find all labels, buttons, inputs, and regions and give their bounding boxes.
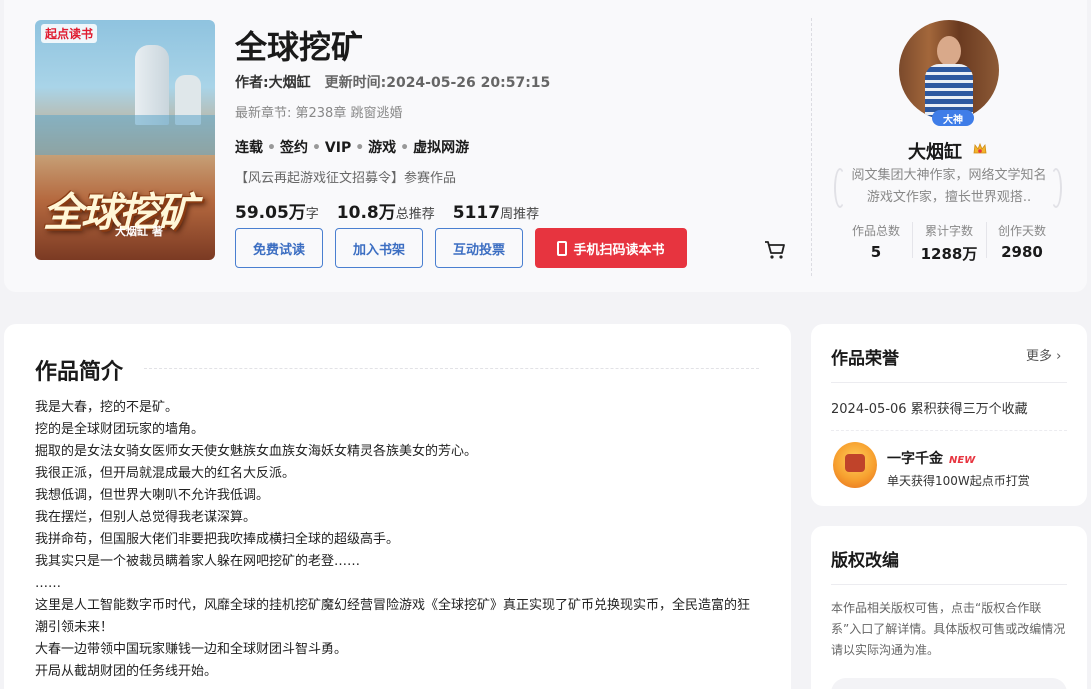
intro-line: 大春一边带领中国玩家赚钱一边和全球财团斗智斗勇。 — [35, 642, 348, 657]
honor-card: 作品荣誉 更多 › 2024-05-06 累积获得三万个收藏 一字千金 NEW 单… — [811, 324, 1087, 506]
wreath-right-icon — [1050, 168, 1062, 208]
divider — [831, 382, 1067, 383]
avatar-head — [937, 36, 961, 66]
vote-button[interactable]: 互动投票 — [435, 228, 523, 268]
intro-line: 我很正派，但开局就混成最大的红名大反派。 — [35, 466, 296, 481]
author-name[interactable]: 大烟缸 — [908, 138, 962, 164]
intro-line: …… — [35, 576, 61, 591]
crown-icon — [973, 142, 987, 154]
update-time: 更新时间:2024-05-26 20:57:15 — [324, 75, 551, 91]
intro-body: 我是大春，挖的不是矿。 挖的是全球财团玩家的墙角。 掘取的是女法女骑女医师女天使… — [35, 397, 760, 683]
intro-line: 这里是人工智能数字币时代，风靡全球的挂机挖矿魔幻经营冒险游戏《全球挖矿》真正实现… — [35, 598, 751, 635]
intro-line: 我是大春，挖的不是矿。 — [35, 400, 179, 415]
copyright-title: 版权改编 — [831, 551, 899, 571]
intro-line: 我其实只是一个被裁员瞒着家人躲在网吧挖矿的老登…… — [35, 554, 361, 569]
mobile-read-label: 手机扫码读本书 — [573, 242, 665, 258]
wreath-left-icon — [834, 168, 846, 208]
god-badge: 大神 — [932, 110, 974, 126]
author-avatar[interactable] — [899, 20, 999, 120]
tag: 连载 — [235, 140, 263, 156]
intro-line: 我拼命苟，但国服大佬们非要把我吹捧成横扫全球的超级高手。 — [35, 532, 400, 547]
book-cover[interactable]: 起点读书 全球挖矿 大烟缸 著 — [35, 20, 215, 260]
title-divider — [144, 368, 759, 369]
more-link[interactable]: 更多 › — [1026, 345, 1061, 364]
more-label: 更多 — [1026, 349, 1053, 364]
cover-sea — [35, 115, 215, 155]
stat-value: 2980 — [1001, 243, 1043, 261]
week-rec: 5117 — [452, 203, 501, 223]
phone-icon — [557, 240, 568, 256]
free-trial-button[interactable]: 免费试读 — [235, 228, 323, 268]
medal-name: 一字千金 NEW — [887, 448, 975, 468]
medal-icon — [833, 442, 877, 488]
book-tags: 连载 • 签约 • VIP • 游戏 • 虚拟网游 — [235, 140, 470, 156]
chevron-right-icon: › — [1056, 349, 1062, 364]
tag-link[interactable]: 游戏 — [368, 140, 396, 156]
divider — [831, 430, 1067, 431]
intro-line: 我在摆烂，但别人总觉得我老谋深算。 — [35, 510, 257, 525]
intro-line: 挖的是全球财团玩家的墙角。 — [35, 422, 205, 437]
tag: 签约 — [279, 140, 308, 156]
author-link[interactable]: 作者:大烟缸 — [235, 75, 311, 91]
honor-item: 2024-05-06 累积获得三万个收藏 — [831, 402, 1028, 417]
tag-link[interactable]: 虚拟网游 — [413, 140, 469, 156]
author-desc: 阅文集团大神作家，网络文学知名游戏文作家，擅长世界观搭.. — [851, 168, 1047, 205]
medal-desc: 单天获得100W起点币打赏 — [887, 474, 1030, 488]
book-meta: 作者:大烟缸 更新时间:2024-05-26 20:57:15 — [235, 72, 550, 92]
word-count-unit: 字 — [305, 207, 319, 222]
add-shelf-button[interactable]: 加入书架 — [335, 228, 423, 268]
book-stats: 59.05万字 10.8万总推荐 5117周推荐 — [235, 198, 557, 223]
total-rec: 10.8万 — [336, 203, 396, 223]
medal-name-text: 一字千金 — [887, 451, 943, 467]
intro-line: 掘取的是女法女骑女医师女天使女魅族女血族女海妖女精灵各族美女的芳心。 — [35, 444, 478, 459]
tag: VIP — [324, 140, 352, 156]
week-rec-unit: 周推荐 — [500, 207, 540, 222]
word-count: 59.05万 — [235, 203, 306, 223]
divider — [831, 584, 1067, 585]
cover-author-art: 大烟缸 著 — [115, 225, 163, 238]
latest-chapter-link[interactable]: 最新章节: 第238章 跳窗逃婚 — [235, 102, 402, 121]
divider — [811, 18, 812, 276]
intro-line: 我想低调，但世界大喇叭不允许我低调。 — [35, 488, 270, 503]
intro-card: 作品简介 我是大春，挖的不是矿。 挖的是全球财团玩家的墙角。 掘取的是女法女骑女… — [4, 324, 791, 689]
event-link[interactable]: 【风云再起游戏征文招募令】参赛作品 — [235, 167, 456, 186]
stat-label: 创作天数 — [997, 224, 1046, 238]
new-tag: NEW — [949, 455, 976, 466]
honor-title: 作品荣誉 — [831, 349, 899, 369]
copyright-card: 版权改编 本作品相关版权可售，点击“版权合作联系”入口了解详情。具体版权可售或改… — [811, 526, 1087, 689]
qidian-logo: 起点读书 — [41, 24, 98, 43]
copyright-contact-button[interactable] — [831, 678, 1067, 689]
intro-line: 开局从截胡财团的任务线开始。 — [35, 664, 218, 679]
author-stat: 创作天数 2980 — [979, 222, 1065, 261]
total-rec-unit: 总推荐 — [395, 207, 435, 222]
book-title: 全球挖矿 — [235, 28, 364, 66]
copyright-text: 本作品相关版权可售，点击“版权合作联系”入口了解详情。具体版权可售或改编情况请以… — [831, 601, 1066, 657]
mobile-read-button[interactable]: 手机扫码读本书 — [535, 228, 687, 268]
intro-title: 作品简介 — [35, 360, 124, 385]
cart-icon[interactable] — [764, 240, 786, 260]
cover-tower — [135, 45, 169, 125]
